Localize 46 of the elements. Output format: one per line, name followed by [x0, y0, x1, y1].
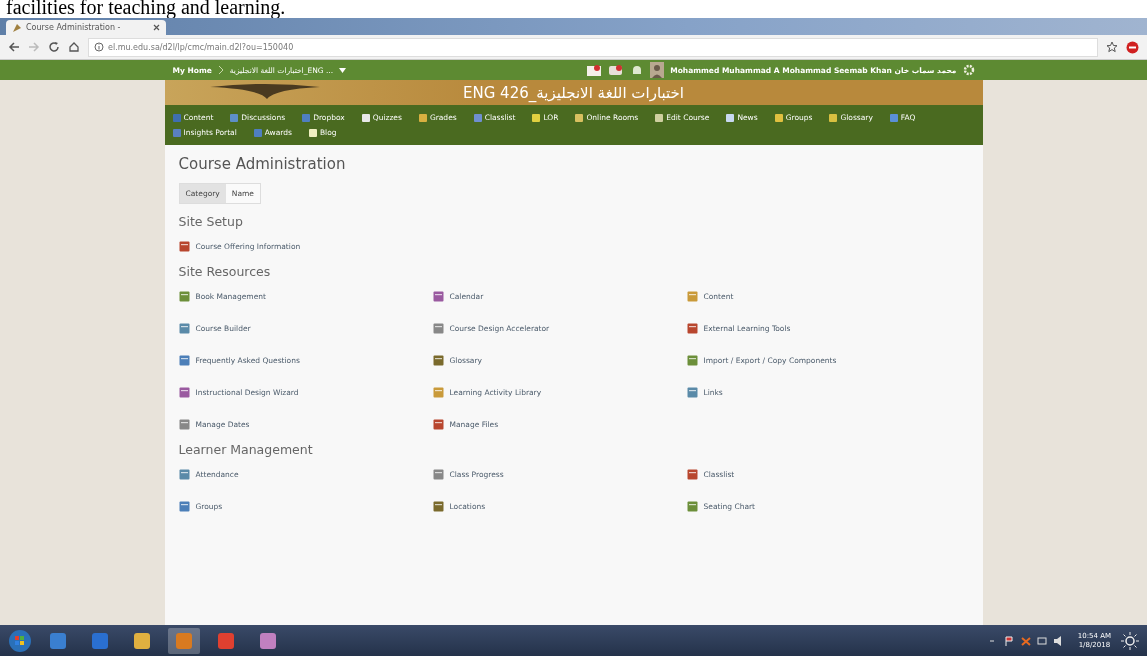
address-field[interactable]: el.mu.edu.sa/d2l/lp/cmc/main.d2l?ou=150040 — [88, 37, 1098, 57]
tool-icon — [686, 500, 698, 512]
page-title: Course Administration — [178, 155, 347, 173]
reload-icon[interactable] — [48, 41, 60, 53]
browser-tab[interactable]: Course Administration - — [6, 20, 166, 35]
document-text: facilities for teaching and learning. — [5, 0, 286, 18]
info-icon — [94, 42, 104, 52]
section-heading: Site Resources — [178, 264, 272, 279]
tool-icon — [686, 290, 698, 302]
tool-icon — [178, 500, 190, 512]
tool-icon — [686, 386, 698, 398]
stop-sign-icon[interactable] — [1126, 40, 1139, 54]
chat-icon[interactable] — [608, 63, 625, 77]
taskbar-app-icon[interactable] — [168, 627, 200, 654]
tool-icon — [178, 354, 190, 366]
settings-icon[interactable] — [962, 64, 975, 76]
star-icon[interactable] — [1106, 41, 1118, 53]
tool-icon — [432, 418, 444, 430]
tool-icon — [178, 290, 190, 302]
course-title: ENG 426_اختبارات اللغة الانجليزية — [463, 83, 684, 102]
home-icon[interactable] — [68, 41, 80, 53]
tool-icon — [686, 322, 698, 334]
tool-icon — [432, 386, 444, 398]
tool-icon — [178, 386, 190, 398]
tool-icon — [178, 468, 190, 480]
caret-icon[interactable] — [339, 67, 347, 73]
close-icon[interactable] — [153, 24, 160, 31]
tool-icon — [432, 500, 444, 512]
start-button-icon[interactable] — [8, 628, 32, 653]
tool-icon — [432, 468, 444, 480]
tool-icon — [178, 418, 190, 430]
mail-icon[interactable] — [586, 63, 603, 77]
avatar-icon — [650, 62, 665, 78]
tool-icon — [178, 240, 190, 252]
sun-icon — [1121, 631, 1139, 650]
tool-icon — [432, 290, 444, 302]
tool-icon — [686, 354, 698, 366]
chevron-icon — [217, 65, 224, 75]
back-icon[interactable] — [8, 41, 20, 53]
page-icon — [12, 22, 22, 33]
tool-icon — [432, 354, 444, 366]
tool-icon — [686, 468, 698, 480]
tool-icon — [432, 322, 444, 334]
tool-icon — [178, 322, 190, 334]
section-heading: Site Setup — [178, 214, 244, 229]
section-heading: Learner Management — [178, 442, 314, 457]
